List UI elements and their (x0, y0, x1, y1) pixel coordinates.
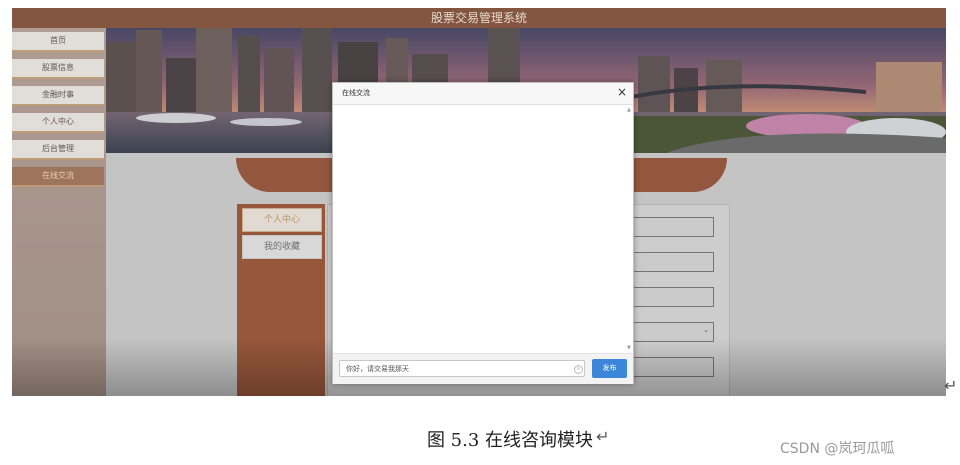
clear-input-icon[interactable]: × (574, 365, 583, 374)
csdn-watermark: CSDN @岚珂瓜呱 (780, 441, 895, 457)
chat-scrollbar[interactable]: ▲ ▼ (627, 107, 631, 351)
chat-composer: 你好，请交易我那天 × 发布 (333, 353, 633, 384)
screenshot: 股票交易管理系统 首页 股票信息 金融时事 个人中心 后台管理 在线交流 个人中… (12, 8, 946, 396)
figure-caption-text: 图 5.3 在线咨询模块 (426, 430, 594, 451)
chat-modal: 在线交流 × ▲ ▼ 你好，请交易我那天 × 发布 (332, 82, 634, 384)
caption-paragraph-mark: ↵ (596, 427, 610, 446)
scroll-down-icon[interactable]: ▼ (627, 345, 631, 351)
modal-header: 在线交流 × (333, 83, 633, 105)
send-button[interactable]: 发布 (592, 359, 627, 378)
close-icon[interactable]: × (617, 85, 627, 99)
chat-message-input[interactable]: 你好，请交易我那天 (339, 360, 585, 377)
scroll-up-icon[interactable]: ▲ (627, 107, 631, 113)
paragraph-mark: ↵ (944, 376, 958, 395)
modal-title: 在线交流 (342, 89, 370, 97)
